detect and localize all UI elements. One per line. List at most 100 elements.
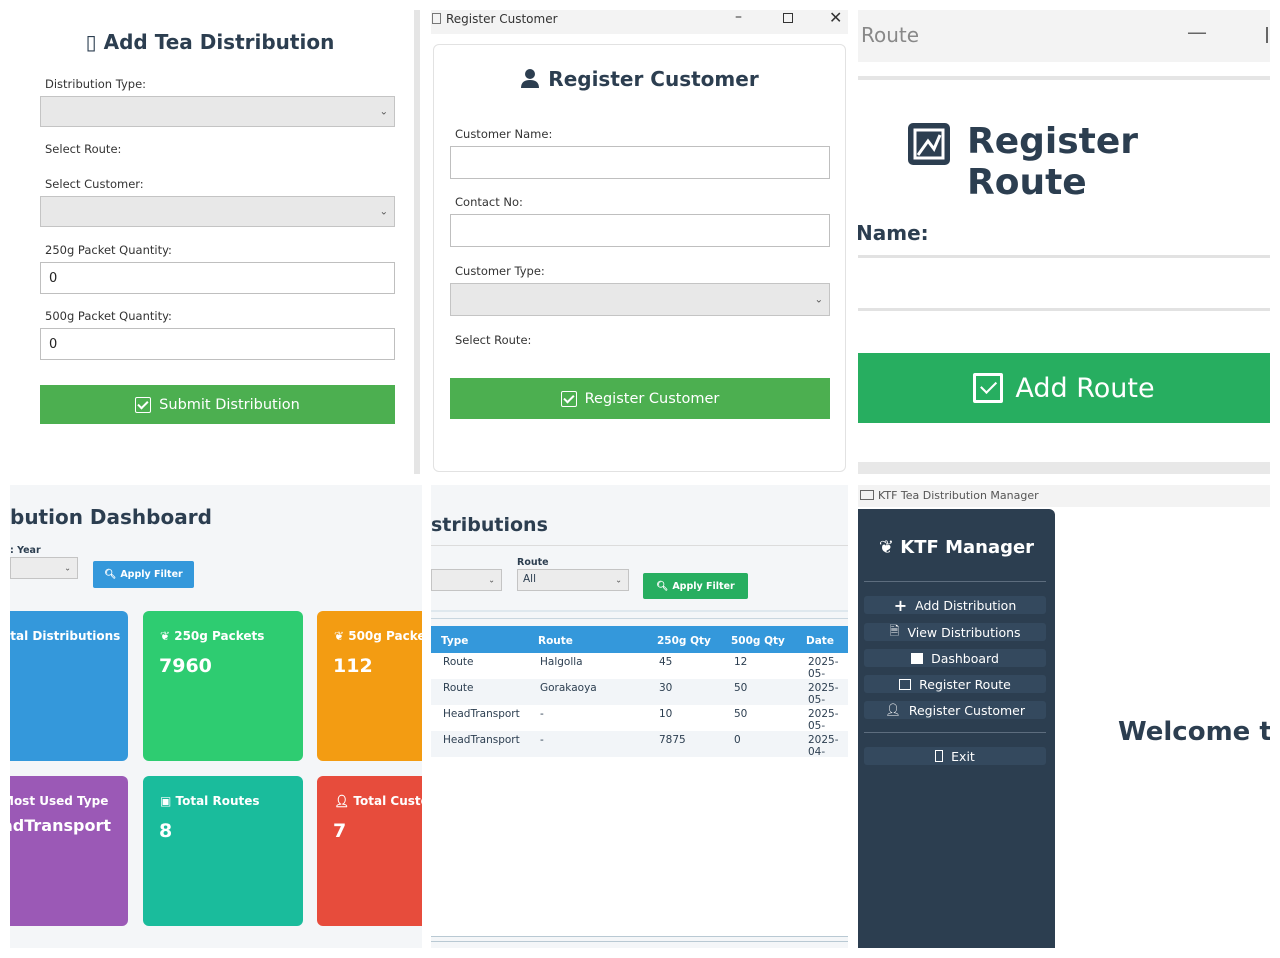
qty250-input[interactable]: 0 xyxy=(40,262,395,294)
checkbox-icon xyxy=(135,396,152,413)
map-icon xyxy=(908,123,950,165)
year-select[interactable]: ⌄ xyxy=(10,557,78,579)
map-icon: ▣ xyxy=(160,794,176,808)
cell-qty500: 50 xyxy=(734,708,748,720)
nav-dashboard[interactable]: Dashboard xyxy=(864,649,1046,667)
chart-icon xyxy=(911,652,924,664)
contact-input[interactable] xyxy=(450,214,830,247)
submit-distribution-label: Submit Distribution xyxy=(159,396,300,413)
table-row[interactable]: Route Gorakaoya 30 50 2025-05- xyxy=(431,679,848,706)
stat-card-total-customers: 👤︎ Total Custo 7 xyxy=(317,776,422,926)
divider xyxy=(864,732,1046,733)
column-header[interactable]: Route xyxy=(538,635,573,647)
type-filter-select[interactable]: ⌄ xyxy=(431,569,502,591)
register-customer-window: Register Customer – ✕ Register Customer … xyxy=(431,10,848,474)
chevron-down-icon: ⌄ xyxy=(814,294,823,305)
sidebar: ❦ KTF Manager + Add Distribution 🗎 View Di… xyxy=(858,509,1055,948)
stat-card-value: 7 xyxy=(333,820,347,842)
column-header[interactable]: Type xyxy=(441,635,468,647)
stat-card-title: otal Distributions xyxy=(10,629,121,643)
year-label: : Year xyxy=(10,545,41,556)
route-label: Route xyxy=(517,557,549,568)
register-customer-button[interactable]: Register Customer xyxy=(450,378,830,419)
exit-button[interactable]: Exit xyxy=(864,747,1046,765)
main-window: KTF Tea Distribution Manager ❦ KTF Manag… xyxy=(858,485,1270,948)
route-filter-value: All xyxy=(523,573,537,585)
name-label: Name: xyxy=(858,221,929,245)
add-distribution-window: ▯ Add Tea Distribution Distribution Type… xyxy=(10,10,420,474)
stat-card-total-routes: ▣ Total Routes 8 xyxy=(143,776,303,926)
apply-filter-button[interactable]: 🔍︎ Apply Filter xyxy=(93,561,194,588)
cell-qty500: 12 xyxy=(734,656,748,668)
minimize-icon[interactable]: — xyxy=(1187,20,1207,44)
scrollbar[interactable] xyxy=(414,10,420,474)
chevron-down-icon: ⌄ xyxy=(615,575,622,585)
leaf-icon: ❦ xyxy=(160,629,175,643)
submit-distribution-button[interactable]: Submit Distribution xyxy=(40,385,395,424)
maximize-icon[interactable] xyxy=(783,13,793,23)
divider xyxy=(431,610,848,619)
customer-type-label: Customer Type: xyxy=(455,264,545,278)
cell-route: - xyxy=(540,734,544,746)
minimize-icon[interactable]: – xyxy=(735,10,742,25)
leaf-icon: ❦ xyxy=(334,629,349,643)
stat-card-title: 👤︎ Total Custo xyxy=(334,794,422,808)
maximize-icon[interactable] xyxy=(1266,27,1268,43)
select-customer-select[interactable]: ⌄ xyxy=(40,196,395,227)
cell-date: 2025-05- xyxy=(808,682,839,706)
column-header[interactable]: 500g Qty xyxy=(731,635,785,647)
qty500-label: 500g Packet Quantity: xyxy=(45,309,172,323)
name-input[interactable] xyxy=(858,255,1270,311)
exit-icon xyxy=(935,750,944,762)
nav-register-route[interactable]: Register Route xyxy=(864,675,1046,693)
stat-card-title: Most Used Type xyxy=(10,794,109,808)
chevron-down-icon: ⌄ xyxy=(488,575,495,585)
cell-route: Gorakaoya xyxy=(540,682,597,694)
page-title: Register Route xyxy=(967,121,1139,203)
route-filter-select[interactable]: All ⌄ xyxy=(517,569,629,591)
search-icon: 🔍︎ xyxy=(104,569,117,580)
qty500-input[interactable]: 0 xyxy=(40,328,395,360)
apply-filter-button[interactable]: 🔍︎ Apply Filter xyxy=(643,573,748,599)
column-header[interactable]: 250g Qty xyxy=(657,635,711,647)
add-route-label: Add Route xyxy=(1015,372,1155,404)
stat-card-title: ❦ 500g Packe xyxy=(334,629,422,643)
exit-label: Exit xyxy=(951,748,975,764)
distribution-type-select[interactable]: ⌄ xyxy=(40,96,395,127)
contact-label: Contact No: xyxy=(455,195,523,209)
cell-qty500: 0 xyxy=(734,734,741,746)
customer-name-input[interactable] xyxy=(450,146,830,179)
title-bar: Register Customer – ✕ xyxy=(431,10,848,34)
nav-add-distribution[interactable]: + Add Distribution xyxy=(864,596,1046,615)
dashboard-window: bution Dashboard : Year ⌄ 🔍︎ Apply Filter… xyxy=(10,485,422,948)
cell-qty500: 50 xyxy=(734,682,748,694)
cell-type: Route xyxy=(443,656,474,668)
table-row[interactable]: HeadTransport - 10 50 2025-05- xyxy=(431,705,848,732)
stat-card-value: adTransport xyxy=(10,816,111,835)
chevron-down-icon: ⌄ xyxy=(379,106,388,117)
cell-qty250: 45 xyxy=(659,656,673,668)
page-title: ▯ Add Tea Distribution xyxy=(10,30,410,54)
add-route-button[interactable]: Add Route xyxy=(858,353,1270,423)
title-text: Add Tea Distribution xyxy=(103,30,335,54)
nav-view-distributions[interactable]: 🗎 View Distributions xyxy=(864,623,1046,641)
close-icon[interactable]: ✕ xyxy=(829,10,842,27)
table-row[interactable]: Route Halgolla 45 12 2025-05- xyxy=(431,653,848,680)
cell-type: HeadTransport xyxy=(443,708,520,720)
nav-label: Register Customer xyxy=(908,702,1026,718)
stat-card-title: ▣ Total Routes xyxy=(160,794,260,808)
column-header[interactable]: Date xyxy=(806,635,834,647)
customer-type-select[interactable]: ⌄ xyxy=(450,283,830,316)
stat-card-value: 8 xyxy=(159,820,173,842)
nav-label: Dashboard xyxy=(931,650,999,666)
cell-type: Route xyxy=(443,682,474,694)
stat-card-title-text: 250g Packets xyxy=(174,629,265,643)
title-text: Register Customer xyxy=(548,67,759,91)
nav-register-customer[interactable]: 👤︎ Register Customer xyxy=(864,701,1046,719)
table-row[interactable]: HeadTransport - 7875 0 2025-04- xyxy=(431,731,848,758)
stat-card-most-used-type: Most Used Type adTransport xyxy=(10,776,128,926)
window-title: Register Customer xyxy=(446,12,558,26)
app-title-text: KTF Manager xyxy=(900,537,1035,558)
cell-route: Halgolla xyxy=(540,656,583,668)
window-bottom-border xyxy=(858,462,1270,474)
